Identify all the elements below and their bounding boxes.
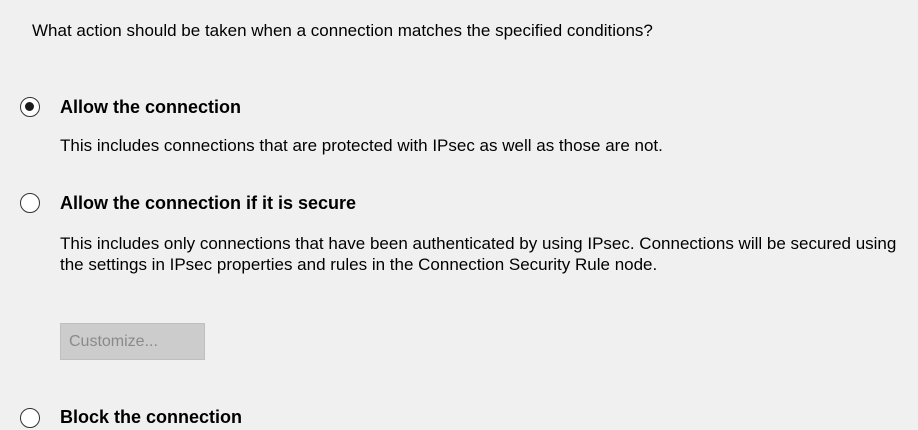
- option-allow-description: This includes connections that are prote…: [60, 136, 663, 155]
- radio-allow-secure[interactable]: [20, 193, 40, 213]
- radio-selected-dot: [25, 102, 34, 111]
- option-allow-secure-label[interactable]: Allow the connection if it is secure: [60, 192, 356, 214]
- option-allow-secure-description: This includes only connections that have…: [60, 234, 897, 274]
- action-question: What action should be taken when a conne…: [32, 21, 653, 40]
- customize-button[interactable]: Customize...: [60, 323, 205, 360]
- radio-allow[interactable]: [20, 97, 40, 117]
- option-block-label[interactable]: Block the connection: [60, 406, 242, 428]
- radio-block[interactable]: [20, 408, 40, 428]
- option-allow-label[interactable]: Allow the connection: [60, 96, 241, 118]
